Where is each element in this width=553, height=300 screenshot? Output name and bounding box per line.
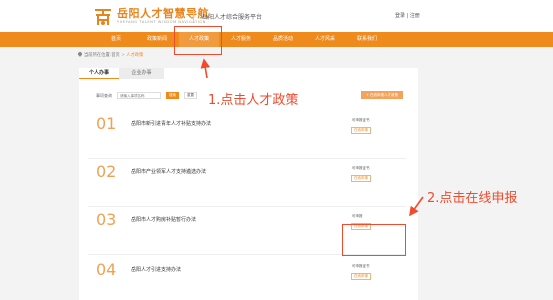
arrow-to-nav: [200, 58, 211, 79]
annotation-step2: 2.点击在线申报: [427, 191, 518, 206]
annotation-step1: 1.点击人才政策: [208, 93, 299, 108]
arrow-to-apply: [409, 196, 424, 217]
annotation-arrows: [200, 58, 424, 217]
